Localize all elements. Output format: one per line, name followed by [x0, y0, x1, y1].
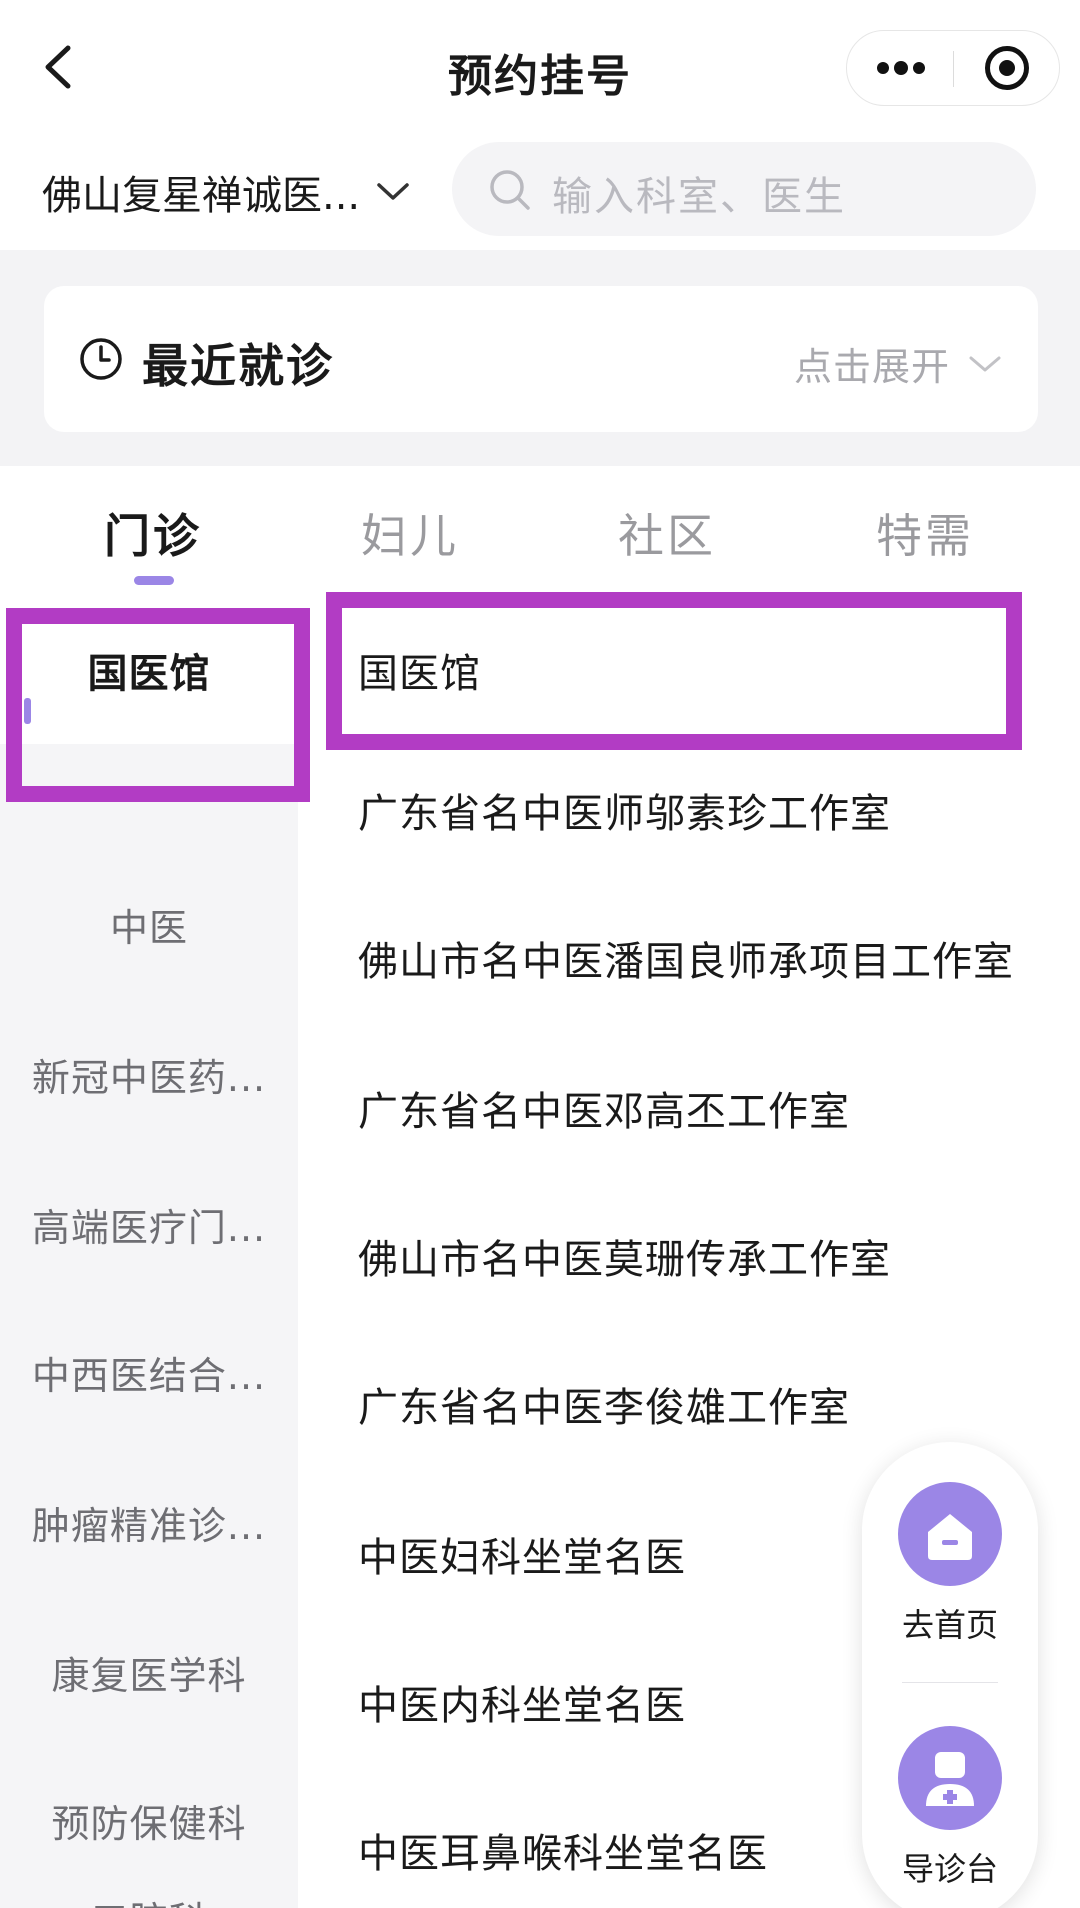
- category-item[interactable]: 中西医结合...: [0, 1308, 298, 1436]
- category-sidebar: 国医馆 中医 新冠中医药... 高端医疗门... 中西医结合... 肿瘤精准诊.…: [0, 596, 298, 1908]
- expand-toggle[interactable]: 点击展开: [794, 336, 1002, 391]
- guide-desk-button[interactable]: 导诊台: [862, 1726, 1038, 1908]
- category-item[interactable]: 中医: [0, 860, 298, 988]
- mini-program-capsule: [846, 30, 1060, 106]
- tab-active-indicator: [134, 576, 174, 585]
- category-item-active[interactable]: 国医馆: [0, 596, 298, 744]
- department-item[interactable]: 国医馆: [298, 596, 1018, 744]
- category-item[interactable]: 新冠中医药...: [0, 1010, 298, 1138]
- hospital-search-row: 佛山复星禅诚医... 输入科室、医生: [0, 132, 1080, 250]
- home-icon: [898, 1482, 1002, 1586]
- category-item[interactable]: 高端医疗门...: [0, 1160, 298, 1288]
- department-item[interactable]: 佛山市名中医潘国良师承项目工作室: [298, 884, 1018, 1032]
- category-item[interactable]: 口腔科: [0, 1890, 298, 1908]
- category-item[interactable]: 肿瘤精准诊...: [0, 1458, 298, 1586]
- nurse-icon: [898, 1726, 1002, 1830]
- search-input[interactable]: 输入科室、医生: [452, 142, 1036, 236]
- tab-women-children[interactable]: 妇儿: [310, 500, 510, 566]
- department-item[interactable]: 广东省名中医邓高丕工作室: [298, 1034, 1018, 1182]
- hospital-name: 佛山复星禅诚医...: [42, 173, 361, 219]
- tab-outpatient[interactable]: 门诊: [53, 500, 253, 566]
- chevron-down-icon: [377, 183, 409, 200]
- tab-special-needs[interactable]: 特需: [825, 500, 1025, 566]
- expand-label: 点击展开: [793, 345, 950, 389]
- floating-action-panel: 去首页 导诊台: [862, 1442, 1038, 1908]
- guide-desk-label: 导诊台: [901, 1850, 998, 1888]
- tab-community[interactable]: 社区: [567, 500, 767, 566]
- chevron-down-icon: [969, 356, 1001, 371]
- clock-icon: [80, 338, 122, 380]
- recent-visits-card[interactable]: 最近就诊 点击展开: [44, 286, 1038, 432]
- close-mini-program-button[interactable]: [954, 31, 1060, 105]
- go-home-label: 去首页: [901, 1606, 998, 1644]
- top-nav-bar: 预约挂号: [0, 0, 1080, 132]
- clinic-type-tabs: 门诊 妇儿 社区 特需: [0, 466, 1080, 596]
- category-item[interactable]: 预防保健科: [0, 1756, 298, 1884]
- recent-visits-title: 最近就诊: [142, 339, 334, 393]
- category-item[interactable]: 康复医学科: [0, 1608, 298, 1736]
- float-divider: [902, 1682, 998, 1683]
- search-icon: [490, 170, 530, 210]
- department-item[interactable]: 佛山市名中医莫珊传承工作室: [298, 1182, 1018, 1330]
- hospital-selector[interactable]: 佛山复星禅诚医...: [42, 160, 422, 224]
- search-placeholder: 输入科室、医生: [552, 174, 846, 220]
- category-active-indicator: [24, 698, 31, 724]
- department-item[interactable]: 广东省名中医师邬素珍工作室: [298, 736, 1018, 884]
- go-home-button[interactable]: 去首页: [862, 1482, 1038, 1682]
- more-button[interactable]: [847, 31, 953, 105]
